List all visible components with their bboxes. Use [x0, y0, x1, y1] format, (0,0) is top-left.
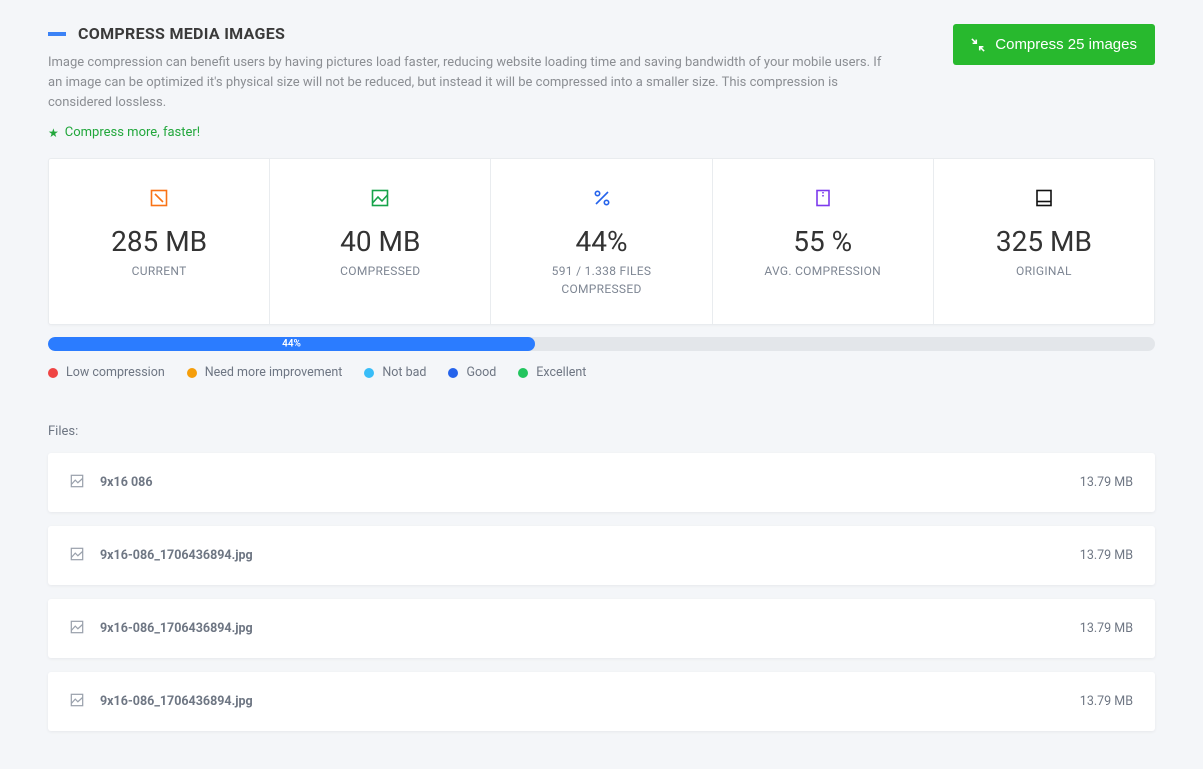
- stat-value: 55 %: [723, 225, 923, 258]
- legend-item: Need more improvement: [187, 365, 343, 380]
- progress-text: 44%: [282, 339, 301, 350]
- files-list: 9x16 086 13.79 MB 9x16-086_1706436894.jpg 1…: [48, 453, 1155, 731]
- compress-icon: [971, 38, 985, 52]
- stat-label: 591 / 1.338 FILES: [501, 264, 701, 278]
- legend-label: Low compression: [66, 365, 165, 380]
- image-icon: [70, 619, 84, 638]
- legend-label: Good: [466, 365, 496, 380]
- file-name: 9x16-086_1706436894.jpg: [100, 548, 1064, 563]
- device-icon: [944, 187, 1144, 209]
- stat-card: 285 MB CURRENT: [49, 159, 270, 324]
- zip-icon: [723, 187, 923, 209]
- stat-card: 44% 591 / 1.338 FILES COMPRESSED: [491, 159, 712, 324]
- promo-text: Compress more, faster!: [65, 125, 200, 140]
- promo-link[interactable]: ★ Compress more, faster!: [48, 125, 948, 140]
- legend-label: Need more improvement: [205, 365, 343, 380]
- stat-card: 325 MB ORIGINAL: [934, 159, 1154, 324]
- legend-item: Excellent: [518, 365, 586, 380]
- file-name: 9x16-086_1706436894.jpg: [100, 621, 1064, 636]
- legend-dot: [364, 368, 374, 378]
- stat-card: 40 MB COMPRESSED: [270, 159, 491, 324]
- stat-value: 44%: [501, 225, 701, 258]
- stat-sublabel: COMPRESSED: [501, 282, 701, 296]
- stat-label: ORIGINAL: [944, 264, 1144, 278]
- files-header: Files:: [48, 424, 1155, 439]
- legend-item: Low compression: [48, 365, 165, 380]
- file-row[interactable]: 9x16 086 13.79 MB: [48, 453, 1155, 512]
- title-accent: [48, 32, 66, 36]
- legend-dot: [48, 368, 58, 378]
- file-name: 9x16-086_1706436894.jpg: [100, 694, 1064, 709]
- file-size: 13.79 MB: [1080, 621, 1133, 636]
- percent-icon: [501, 187, 701, 209]
- legend: Low compression Need more improvement Not …: [48, 365, 1155, 380]
- stat-label: CURRENT: [59, 264, 259, 278]
- file-size: 13.79 MB: [1080, 475, 1133, 490]
- page-title: COMPRESS MEDIA IMAGES: [78, 24, 285, 43]
- legend-dot: [518, 368, 528, 378]
- progress-fill: 44%: [48, 337, 535, 351]
- stat-card: 55 % AVG. COMPRESSION: [713, 159, 934, 324]
- stat-value: 40 MB: [280, 225, 480, 258]
- legend-dot: [187, 368, 197, 378]
- legend-item: Not bad: [364, 365, 426, 380]
- legend-dot: [448, 368, 458, 378]
- image-icon: [70, 546, 84, 565]
- image-icon: [70, 692, 84, 711]
- stat-label: AVG. COMPRESSION: [723, 264, 923, 278]
- image-frame-icon: [59, 187, 259, 209]
- file-name: 9x16 086: [100, 475, 1064, 490]
- file-size: 13.79 MB: [1080, 548, 1133, 563]
- compress-button-label: Compress 25 images: [995, 36, 1137, 53]
- image-icon: [70, 473, 84, 492]
- compress-button[interactable]: Compress 25 images: [953, 24, 1155, 65]
- file-row[interactable]: 9x16-086_1706436894.jpg 13.79 MB: [48, 526, 1155, 585]
- file-size: 13.79 MB: [1080, 694, 1133, 709]
- legend-label: Excellent: [536, 365, 586, 380]
- stat-label: COMPRESSED: [280, 264, 480, 278]
- file-row[interactable]: 9x16-086_1706436894.jpg 13.79 MB: [48, 599, 1155, 658]
- legend-item: Good: [448, 365, 496, 380]
- image-icon: [280, 187, 480, 209]
- legend-label: Not bad: [382, 365, 426, 380]
- stats-grid: 285 MB CURRENT 40 MB COMPRESSED 44% 591 / 1.3…: [48, 158, 1155, 325]
- star-icon: ★: [48, 126, 59, 140]
- page-description: Image compression can benefit users by h…: [48, 53, 898, 113]
- progress-bar: 44%: [48, 337, 1155, 351]
- stat-value: 285 MB: [59, 225, 259, 258]
- stat-value: 325 MB: [944, 225, 1144, 258]
